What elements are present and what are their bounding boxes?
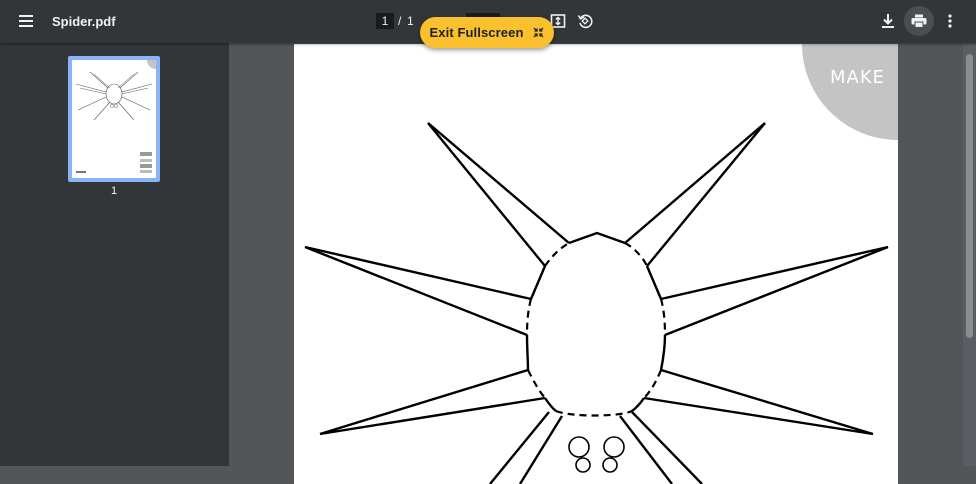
fold-line	[544, 242, 570, 267]
spider-body	[631, 397, 645, 412]
spider-body	[544, 397, 557, 412]
document-title: Spider.pdf	[52, 14, 116, 29]
spider-body	[568, 231, 626, 245]
spider-eye	[575, 457, 591, 473]
spider-leg	[319, 368, 546, 436]
print-icon	[911, 14, 927, 28]
spider-body	[659, 334, 667, 371]
spider-leg	[304, 245, 532, 337]
spider-leg	[427, 122, 570, 267]
scrollbar-thumb[interactable]	[966, 54, 973, 338]
thumbnail-page-image	[72, 60, 156, 178]
spider-leg	[518, 415, 564, 484]
page-number-input[interactable]: 1	[376, 13, 394, 29]
spider-body	[525, 334, 530, 371]
total-pages: 1	[407, 14, 414, 28]
fold-line	[527, 369, 546, 399]
thumbnail-spider-drawing	[75, 60, 156, 173]
exit-fullscreen-label: Exit Fullscreen	[429, 25, 524, 40]
exit-fullscreen-icon	[534, 27, 544, 38]
page-separator: /	[398, 14, 402, 28]
rotate-icon	[577, 14, 593, 29]
exit-fullscreen-button[interactable]: Exit Fullscreen	[420, 17, 554, 48]
fold-line	[525, 298, 533, 336]
page-drawing	[304, 44, 898, 484]
hamburger-menu-icon	[19, 15, 33, 27]
spider-eye	[602, 457, 618, 473]
spider-eye	[568, 436, 590, 458]
thumbnail-page-number: 1	[110, 185, 118, 197]
download-button[interactable]	[873, 6, 903, 36]
menu-button[interactable]	[11, 6, 41, 36]
spider-body	[645, 265, 663, 300]
download-icon	[882, 14, 894, 28]
spider-leg	[624, 122, 766, 267]
spider-body	[529, 265, 547, 300]
more-options-button[interactable]	[935, 6, 965, 36]
page-thumbnail[interactable]	[68, 56, 160, 182]
fold-line	[624, 242, 648, 267]
watermark-text: MAKE	[830, 67, 886, 88]
spider-eye	[603, 436, 625, 458]
more-vert-icon	[948, 14, 952, 28]
pdf-page: MAKE	[294, 44, 898, 484]
spider-leg	[489, 411, 550, 484]
spider-leg	[660, 245, 889, 337]
spider-leg	[643, 368, 874, 436]
rotate-button[interactable]	[570, 6, 600, 36]
fold-line	[555, 409, 633, 417]
watermark-circle	[802, 44, 898, 140]
print-button[interactable]	[904, 6, 934, 36]
spider-leg	[631, 411, 703, 484]
fold-line	[659, 298, 667, 336]
fold-line	[643, 369, 663, 399]
